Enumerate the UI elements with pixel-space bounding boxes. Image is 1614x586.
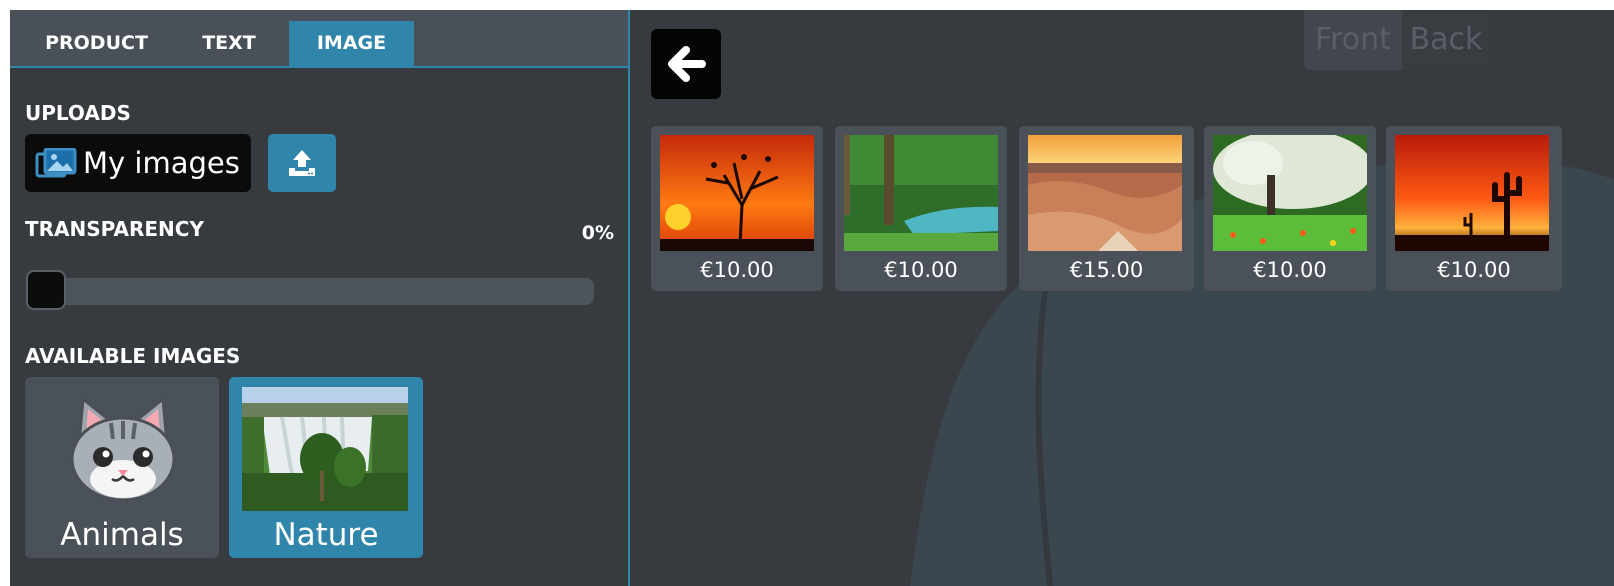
category-nature-label: Nature: [273, 517, 379, 553]
forest-river-thumbnail: [844, 135, 998, 251]
design-canvas: Front Back €10.00 €10.00 €15.00 €10.00 €…: [630, 10, 1614, 586]
image-price: €10.00: [884, 258, 958, 282]
image-price: €10.00: [1437, 258, 1511, 282]
image-price: €10.00: [1253, 258, 1327, 282]
transparency-heading: TRANSPARENCY: [25, 217, 204, 241]
image-card[interactable]: €10.00: [835, 126, 1007, 291]
upload-icon: [289, 150, 315, 176]
image-card[interactable]: €10.00: [1386, 126, 1562, 291]
cat-face-icon: [70, 396, 176, 502]
back-button[interactable]: [651, 29, 721, 99]
tab-bar: PRODUCT TEXT IMAGE: [10, 10, 628, 68]
sunset-tree-birds-thumbnail: [660, 135, 814, 251]
waterfall-thumbnail: [242, 387, 408, 511]
transparency-value: 0%: [581, 222, 614, 244]
image-settings-panel: PRODUCT TEXT IMAGE UPLOADS My images TRA…: [10, 10, 630, 586]
image-card[interactable]: €10.00: [1204, 126, 1376, 291]
product-preview-shape: [910, 160, 1614, 586]
tab-image[interactable]: IMAGE: [289, 21, 414, 66]
arrow-left-icon: [668, 46, 706, 82]
tab-text[interactable]: TEXT: [169, 21, 289, 66]
available-images-heading: AVAILABLE IMAGES: [25, 344, 241, 368]
upload-button[interactable]: [268, 134, 336, 192]
images-icon: [35, 147, 77, 182]
image-price: €15.00: [1069, 258, 1144, 282]
image-price: €10.00: [700, 258, 774, 282]
blossom-tree-meadow-thumbnail: [1213, 135, 1367, 251]
desert-cactus-sunset-thumbnail: [1395, 135, 1549, 251]
front-view-button[interactable]: Front: [1304, 10, 1402, 70]
tab-product[interactable]: PRODUCT: [24, 21, 169, 66]
image-card[interactable]: €10.00: [651, 126, 823, 291]
uploads-heading: UPLOADS: [25, 101, 131, 125]
category-nature[interactable]: Nature: [229, 377, 423, 558]
category-animals-label: Animals: [60, 517, 184, 553]
back-view-button[interactable]: Back: [1402, 10, 1490, 70]
designer-app: PRODUCT TEXT IMAGE UPLOADS My images TRA…: [10, 10, 1614, 586]
category-animals[interactable]: Animals: [25, 377, 219, 558]
my-images-label: My images: [83, 146, 240, 180]
transparency-slider-thumb[interactable]: [26, 270, 66, 310]
my-images-button[interactable]: My images: [25, 134, 251, 192]
view-toggle: Front Back: [1304, 10, 1490, 70]
image-card[interactable]: €15.00: [1019, 126, 1194, 291]
canyon-sunrise-thumbnail: [1028, 135, 1182, 251]
transparency-slider-track[interactable]: [26, 278, 594, 305]
